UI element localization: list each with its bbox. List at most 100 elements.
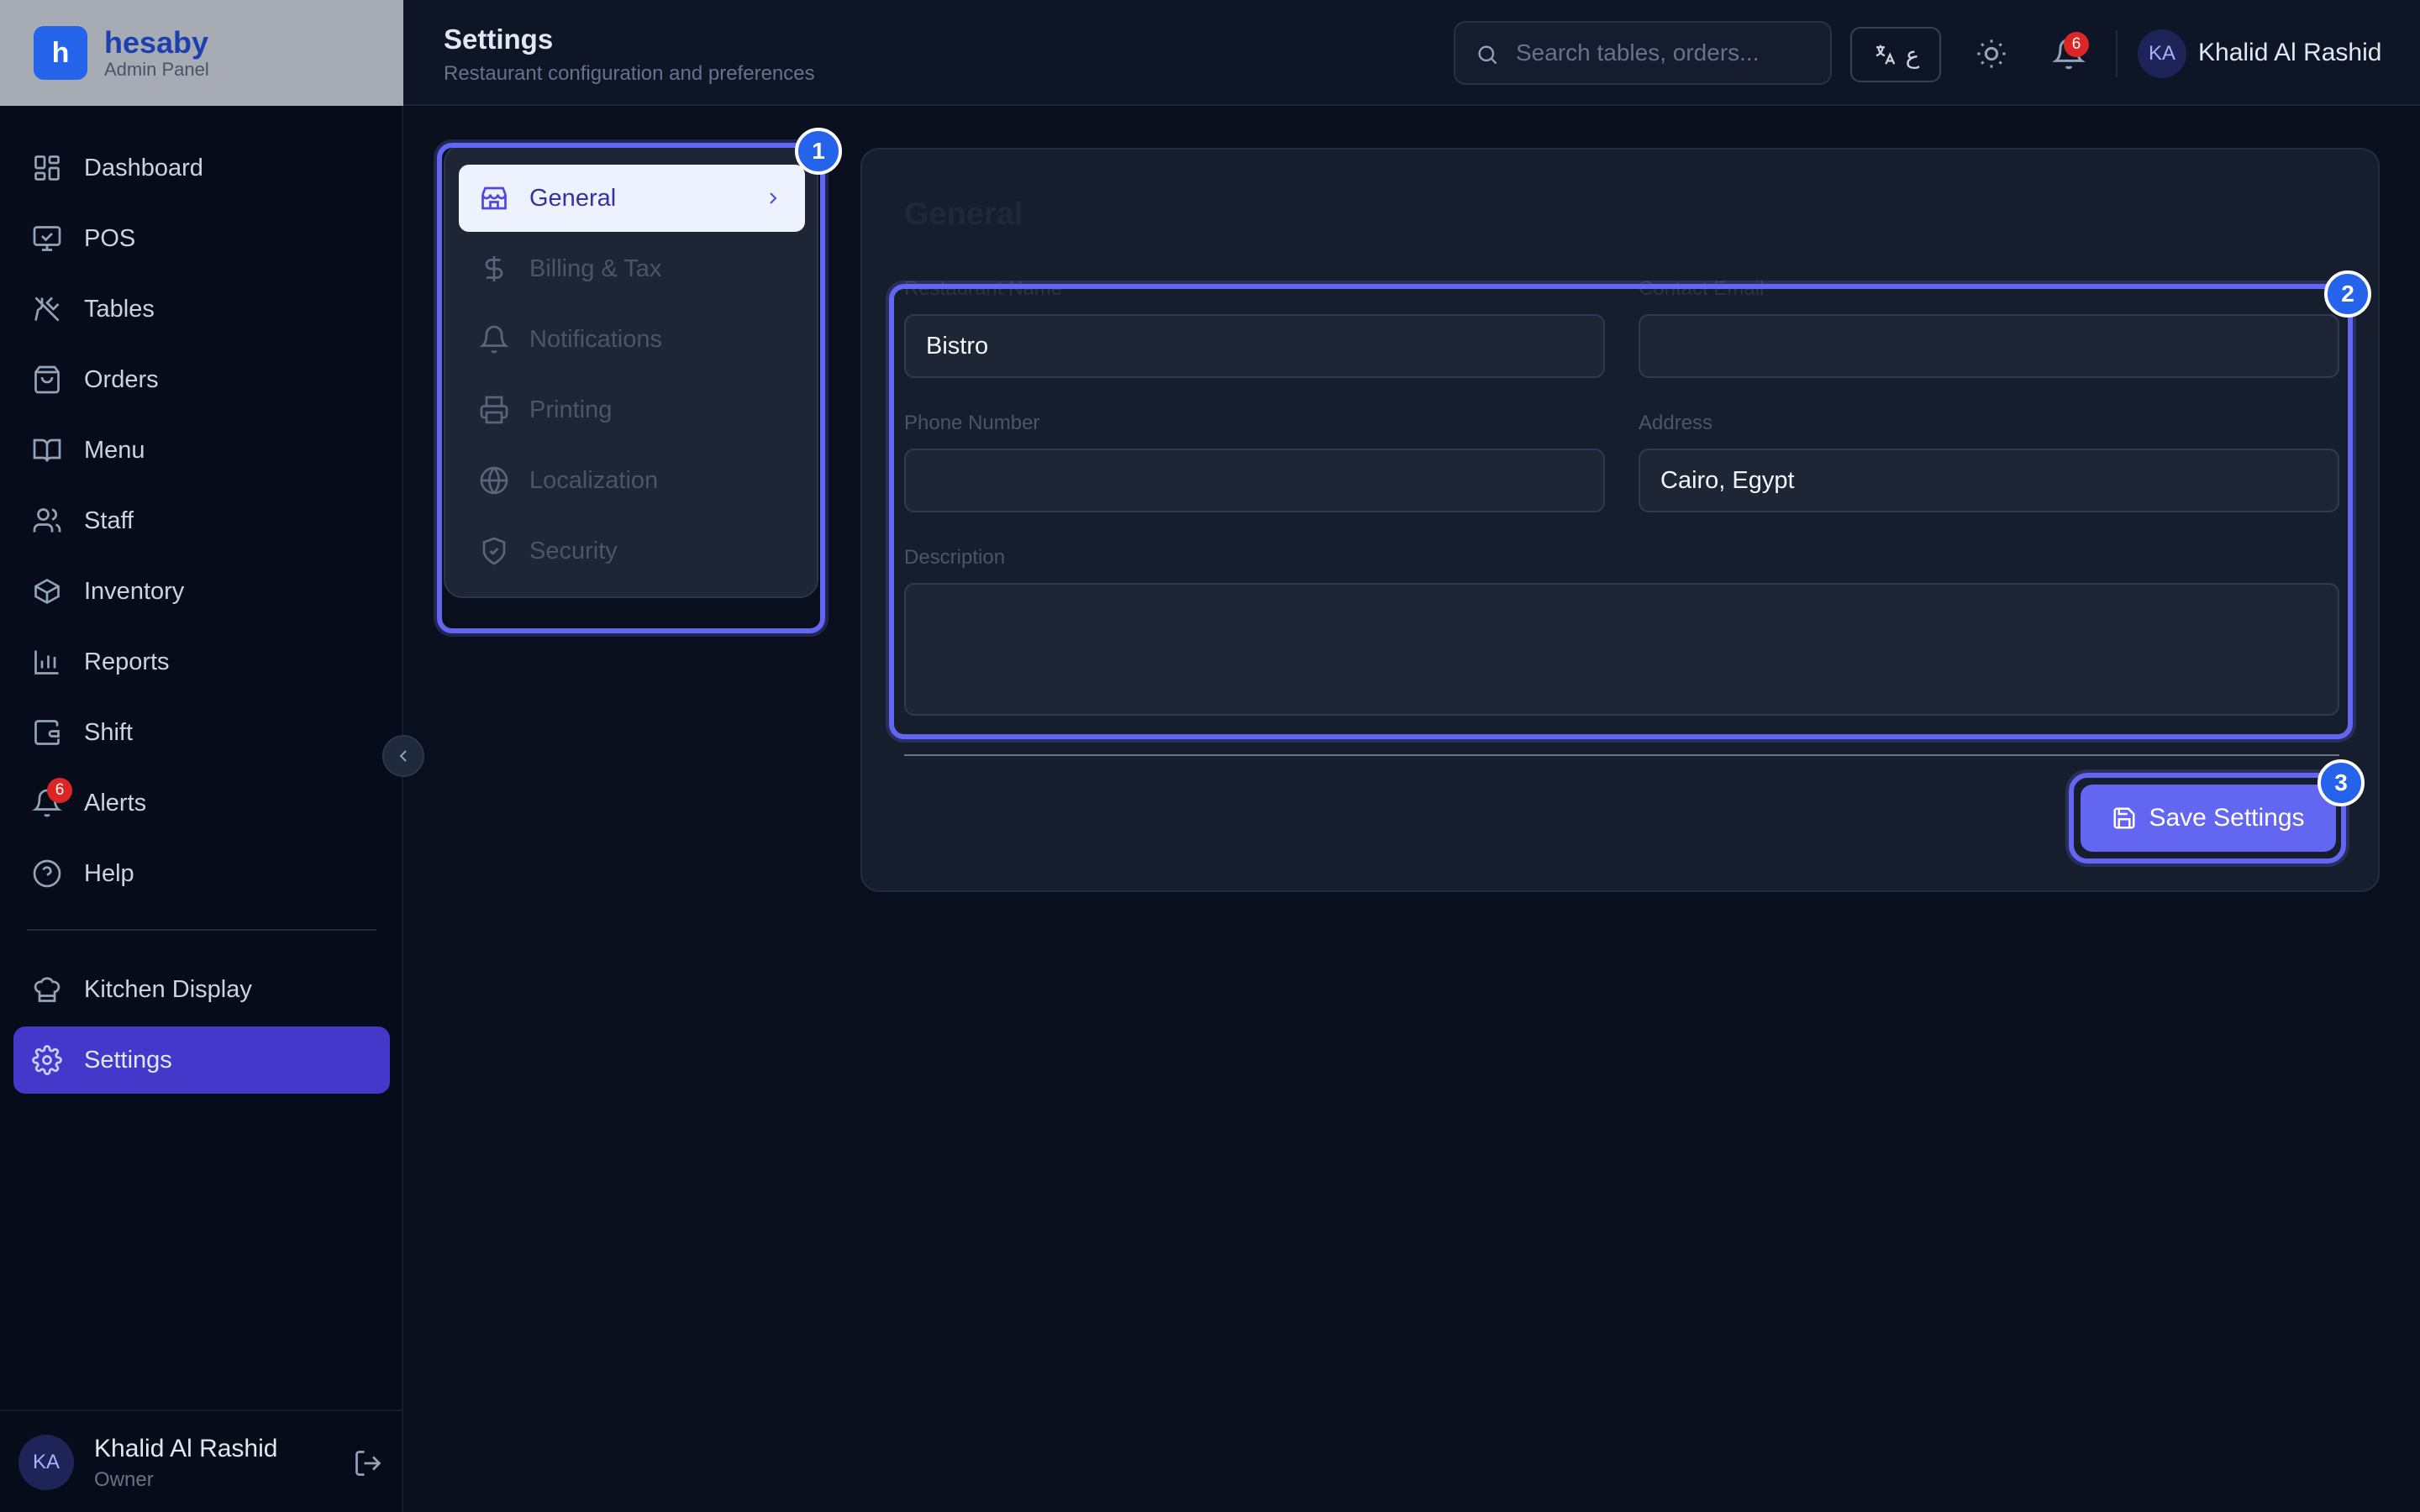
sidebar-item-label: Staff	[84, 507, 134, 534]
page-subtitle: Restaurant configuration and preferences	[444, 62, 815, 85]
bell-icon	[479, 324, 509, 354]
sidebar-item-inventory[interactable]: Inventory	[13, 558, 390, 625]
contact-email-field[interactable]	[1639, 314, 2339, 378]
sidebar-user: KA Khalid Al Rashid Owner	[0, 1410, 403, 1512]
users-icon	[32, 506, 62, 536]
sidebar-item-alerts[interactable]: 6 Alerts	[13, 769, 390, 837]
section-title: General	[904, 197, 1023, 232]
sidebar-item-shift[interactable]: Shift	[13, 699, 390, 766]
notification-badge: 6	[2064, 32, 2089, 57]
sidebar-item-settings[interactable]: Settings	[13, 1026, 390, 1094]
settings-menu-label: Billing & Tax	[529, 255, 662, 282]
settings-menu-label: Notifications	[529, 325, 662, 353]
sidebar-item-label: Alerts	[84, 789, 147, 816]
translate-icon	[1872, 42, 1897, 67]
sidebar-item-kitchen-display[interactable]: Kitchen Display	[13, 956, 390, 1023]
top-header: Settings Restaurant configuration and pr…	[403, 0, 2420, 106]
chef-hat-icon	[32, 974, 62, 1005]
sidebar-user-name: Khalid Al Rashid	[94, 1435, 278, 1462]
box-icon	[32, 576, 62, 606]
utensils-icon	[32, 294, 62, 324]
sidebar-item-label: Menu	[84, 436, 145, 464]
settings-menu-label: Printing	[529, 396, 613, 423]
sidebar-item-dashboard[interactable]: Dashboard	[13, 134, 390, 202]
sidebar-item-label: Shift	[84, 718, 134, 746]
restaurant-name-label: Restaurant Name	[904, 277, 1063, 300]
dollar-icon	[479, 254, 509, 284]
sidebar-item-label: Settings	[84, 1046, 172, 1074]
sidebar-item-label: Kitchen Display	[84, 975, 252, 1003]
settings-menu-billing-tax[interactable]: Billing & Tax	[459, 235, 805, 302]
general-settings-card: General Restaurant Name Contact Email Ph…	[860, 148, 2380, 892]
sidebar-item-label: POS	[84, 224, 136, 252]
sidebar-item-tables[interactable]: Tables	[13, 276, 390, 343]
wallet-icon	[32, 717, 62, 748]
settings-menu-localization[interactable]: Localization	[459, 447, 805, 514]
grid-icon	[32, 153, 62, 183]
description-label: Description	[904, 546, 1006, 569]
header-user-name[interactable]: Khalid Al Rashid	[2198, 39, 2381, 67]
save-settings-label: Save Settings	[2149, 804, 2305, 832]
tour-step-badge[interactable]: 3	[2317, 759, 2365, 806]
sidebar-item-reports[interactable]: Reports	[13, 628, 390, 696]
settings-menu-label: General	[529, 184, 617, 212]
sidebar-item-label: Help	[84, 859, 134, 887]
settings-menu-security[interactable]: Security	[459, 517, 805, 585]
tour-step-badge[interactable]: 2	[2324, 270, 2371, 318]
phone-number-label: Phone Number	[904, 412, 1040, 434]
settings-menu: General Billing & Tax Notifications Prin…	[444, 144, 818, 598]
sidebar-divider	[27, 929, 376, 931]
search-icon	[1476, 43, 1499, 66]
sidebar-item-menu[interactable]: Menu	[13, 417, 390, 484]
help-circle-icon	[32, 858, 62, 889]
search-input[interactable]	[1516, 23, 1818, 83]
contact-email-label: Contact Email	[1639, 277, 1765, 300]
brand-subtitle: Admin Panel	[104, 59, 209, 80]
settings-menu-label: Localization	[529, 466, 659, 494]
sun-icon[interactable]	[1975, 37, 2008, 71]
sidebar-item-label: Tables	[84, 295, 155, 323]
save-settings-button[interactable]: Save Settings	[2081, 785, 2336, 852]
gear-icon	[32, 1045, 62, 1075]
sidebar-user-role: Owner	[94, 1468, 154, 1491]
sidebar-item-orders[interactable]: Orders	[13, 346, 390, 413]
phone-number-field[interactable]	[904, 449, 1605, 512]
sidebar-item-label: Reports	[84, 648, 170, 675]
brand-logo: h	[34, 26, 87, 80]
card-divider	[904, 754, 2339, 756]
sidebar-collapse-button[interactable]	[382, 735, 424, 777]
search-box	[1454, 21, 1832, 85]
shield-check-icon	[479, 536, 509, 566]
language-label: ع	[1905, 41, 1920, 68]
description-field[interactable]	[904, 583, 2339, 716]
avatar[interactable]: KA	[18, 1435, 74, 1490]
address-label: Address	[1639, 412, 1713, 434]
sidebar-item-pos[interactable]: POS	[13, 205, 390, 272]
save-icon	[2112, 806, 2137, 831]
language-toggle-button[interactable]: ع	[1850, 27, 1941, 82]
book-open-icon	[32, 435, 62, 465]
settings-menu-general[interactable]: General	[459, 165, 805, 232]
avatar[interactable]: KA	[2138, 29, 2186, 78]
settings-menu-label: Security	[529, 537, 618, 564]
shopping-bag-icon	[32, 365, 62, 395]
page-title: Settings	[444, 24, 554, 55]
chevron-left-icon	[393, 746, 413, 766]
logout-icon[interactable]	[353, 1448, 383, 1478]
address-field[interactable]	[1639, 449, 2339, 512]
sidebar-item-help[interactable]: Help	[13, 840, 390, 907]
sidebar-item-label: Inventory	[84, 577, 185, 605]
sidebar-item-label: Orders	[84, 365, 159, 393]
alerts-badge: 6	[47, 778, 72, 803]
store-icon	[479, 183, 509, 213]
settings-menu-printing[interactable]: Printing	[459, 376, 805, 444]
printer-icon	[479, 395, 509, 425]
sidebar-item-label: Dashboard	[84, 154, 203, 181]
sidebar-item-staff[interactable]: Staff	[13, 487, 390, 554]
tour-step-badge[interactable]: 1	[795, 128, 842, 175]
monitor-icon	[32, 223, 62, 254]
header-divider	[2116, 30, 2118, 77]
settings-menu-notifications[interactable]: Notifications	[459, 306, 805, 373]
restaurant-name-field[interactable]	[904, 314, 1605, 378]
chevron-right-icon	[763, 188, 783, 208]
